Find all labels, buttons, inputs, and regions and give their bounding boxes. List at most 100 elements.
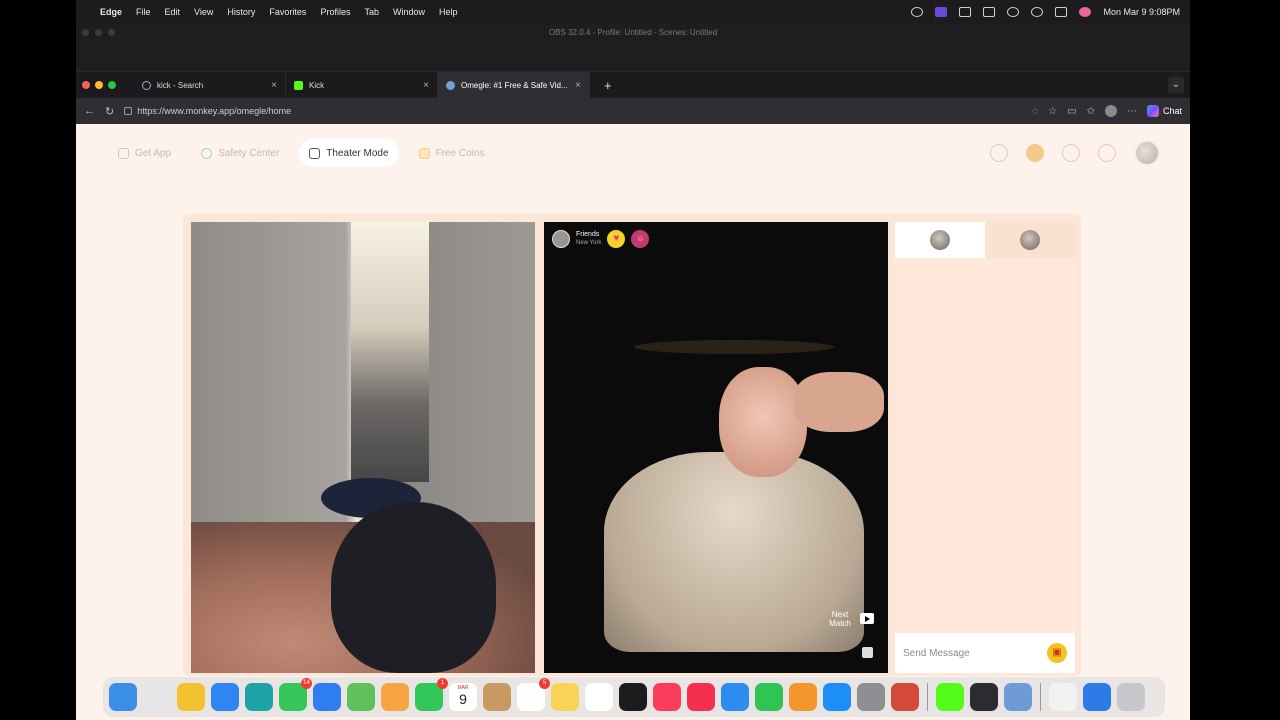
tab-kick-search[interactable]: kick - Search ×: [134, 72, 286, 98]
messages-icon[interactable]: [1098, 144, 1116, 162]
profile-avatar-icon[interactable]: [1104, 105, 1117, 117]
new-tab-button[interactable]: +: [604, 78, 612, 93]
menu-app-name[interactable]: Edge: [100, 7, 122, 17]
close-tab-icon[interactable]: ×: [423, 80, 429, 91]
spotlight-search-icon[interactable]: [1031, 7, 1044, 17]
photos-icon[interactable]: [381, 683, 409, 711]
back-arrow-icon[interactable]: ←: [84, 105, 95, 117]
gift-badge-icon[interactable]: ☺: [631, 230, 650, 248]
report-icon[interactable]: [862, 647, 873, 658]
menu-bar: Edge File Edit View History Favorites Pr…: [76, 0, 1190, 24]
tab-omegle[interactable]: Omegle: #1 Free & Safe Vid... ×: [438, 72, 590, 98]
finder-icon[interactable]: [109, 683, 137, 711]
control-center-icon[interactable]: [1055, 7, 1068, 17]
heart-icon[interactable]: ♥: [607, 230, 626, 248]
wifi-icon[interactable]: [1007, 7, 1020, 17]
globe-icon[interactable]: [1083, 683, 1111, 711]
screen-share-icon[interactable]: [911, 7, 924, 17]
minimize-window-button[interactable]: [95, 81, 103, 89]
history-icon[interactable]: [1062, 144, 1080, 162]
appstore-icon[interactable]: [823, 683, 851, 711]
search-icon[interactable]: [990, 144, 1008, 162]
favorite-star-icon[interactable]: ☆: [1048, 106, 1057, 117]
refresh-icon[interactable]: ↻: [105, 105, 114, 118]
document-icon[interactable]: [1049, 683, 1077, 711]
chat-tab-stranger[interactable]: [895, 222, 985, 258]
menu-file[interactable]: File: [136, 7, 151, 17]
coin-balance-icon[interactable]: [1026, 144, 1044, 162]
music-icon[interactable]: [653, 683, 681, 711]
mail-icon[interactable]: [313, 683, 341, 711]
lock-icon[interactable]: [124, 107, 133, 115]
launchpad-icon[interactable]: [143, 683, 171, 711]
user-avatar[interactable]: [1134, 140, 1160, 166]
chat-tab-friend[interactable]: [985, 222, 1075, 258]
notes-brown-icon[interactable]: [483, 683, 511, 711]
chat-avatar: [930, 230, 950, 250]
menu-history[interactable]: History: [227, 7, 255, 17]
chrome-icon[interactable]: [177, 683, 205, 711]
pages-icon[interactable]: [789, 683, 817, 711]
menu-window[interactable]: Window: [393, 7, 425, 17]
tab-label: Omegle: #1 Free & Safe Vid...: [461, 80, 568, 90]
safari-icon[interactable]: [211, 683, 239, 711]
nav-free-coins[interactable]: Free Coins: [409, 139, 495, 167]
copilot-chat-button[interactable]: Chat: [1146, 105, 1182, 117]
obs-icon[interactable]: [970, 683, 998, 711]
camera-icon[interactable]: ▭: [1067, 106, 1076, 117]
facetime-icon[interactable]: 1: [415, 678, 448, 711]
self-video: [191, 222, 535, 673]
reminders-icon[interactable]: 5: [517, 678, 550, 711]
menu-edit[interactable]: Edit: [165, 7, 181, 17]
close-window-button[interactable]: [82, 81, 90, 89]
preview-icon[interactable]: [1004, 683, 1032, 711]
appletv-icon[interactable]: [619, 683, 647, 711]
next-match-play-icon[interactable]: [860, 613, 874, 624]
stranger-avatar[interactable]: [552, 230, 570, 248]
messages-icon[interactable]: 14: [279, 678, 312, 711]
menu-clock[interactable]: Mon Mar 9 9:08PM: [1103, 7, 1180, 17]
menu-favorites[interactable]: Favorites: [269, 7, 306, 17]
closet-background: [351, 222, 429, 482]
nav-safety-center[interactable]: Safety Center: [191, 139, 289, 167]
freeform-icon[interactable]: [585, 683, 613, 711]
siri-icon[interactable]: [1079, 7, 1092, 17]
settings-icon[interactable]: [857, 683, 885, 711]
tab-actions-chevron-icon[interactable]: ⌄: [1168, 77, 1184, 93]
trash-icon[interactable]: [1117, 683, 1145, 711]
maps-icon[interactable]: [347, 683, 375, 711]
numbers-icon[interactable]: [755, 683, 783, 711]
tracking-prevention-icon[interactable]: ◌: [1032, 106, 1038, 117]
iphone-mirroring-icon[interactable]: [891, 683, 919, 711]
friend-label: Friends: [576, 231, 600, 238]
gift-icon[interactable]: ▣: [1047, 643, 1067, 663]
more-menu-icon[interactable]: ⋯: [1127, 106, 1137, 117]
menu-profiles[interactable]: Profiles: [320, 7, 350, 17]
url-text[interactable]: https://www.monkey.app/omegle/home: [137, 106, 291, 116]
keynote-icon[interactable]: [721, 683, 749, 711]
close-tab-icon[interactable]: ×: [575, 80, 581, 91]
send-message-input[interactable]: [903, 647, 1047, 659]
tab-kick[interactable]: Kick ×: [286, 72, 438, 98]
kick-icon[interactable]: [936, 683, 964, 711]
news-icon[interactable]: [687, 683, 715, 711]
nav-theater-mode[interactable]: Theater Mode: [299, 139, 399, 167]
menu-help[interactable]: Help: [439, 7, 458, 17]
screen-recording-icon[interactable]: [935, 7, 948, 17]
next-match-label[interactable]: Next Match: [820, 610, 860, 628]
chat-tabs: [895, 222, 1075, 258]
nav-get-app[interactable]: Get App: [108, 139, 181, 167]
menu-status-area: Mon Mar 9 9:08PM: [911, 7, 1180, 17]
menu-view[interactable]: View: [194, 7, 213, 17]
edge-icon[interactable]: [245, 683, 273, 711]
favorites-icon[interactable]: ✩: [1087, 106, 1095, 117]
notes-icon[interactable]: [551, 683, 579, 711]
close-tab-icon[interactable]: ×: [271, 80, 277, 91]
battery-icon[interactable]: [983, 7, 996, 17]
url-field[interactable]: https://www.monkey.app/omegle/home: [124, 106, 1022, 116]
menu-tab[interactable]: Tab: [364, 7, 379, 17]
window-icon[interactable]: [959, 7, 972, 17]
stranger-info: Friends New York ♥ ☺: [552, 230, 650, 248]
zoom-window-button[interactable]: [108, 81, 116, 89]
calendar-icon[interactable]: MAR 9: [449, 683, 477, 711]
